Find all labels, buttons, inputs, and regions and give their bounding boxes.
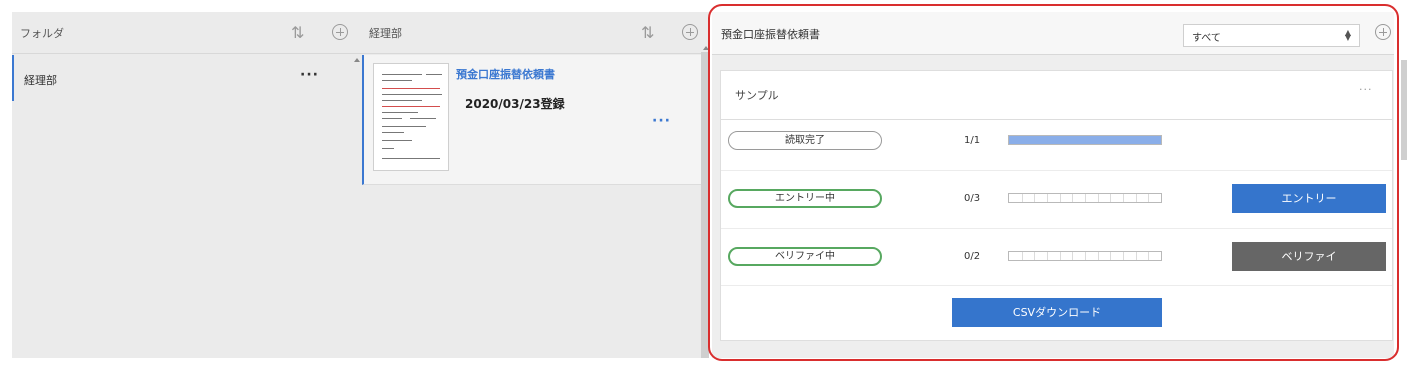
progress-bar	[1008, 135, 1162, 145]
status-filter-select[interactable]: すべて ▲ ▼	[1183, 24, 1360, 47]
row-divider	[721, 228, 1392, 229]
add-folder-icon[interactable]	[332, 24, 348, 40]
detail-panel-title: 預金口座振替依頼書	[721, 28, 820, 41]
progress-count: 1/1	[964, 135, 981, 146]
document-date: 2020/03/23登録	[465, 97, 565, 111]
progress-segment	[1110, 194, 1112, 202]
progress-segment	[1047, 194, 1048, 202]
document-thumbnail	[373, 63, 449, 171]
status-badge-entry: エントリー中	[728, 189, 882, 208]
add-document-icon[interactable]	[682, 24, 698, 40]
document-panel-header: 経理部 ⇅	[349, 12, 701, 54]
progress-segment	[1135, 252, 1137, 260]
progress-segment	[1059, 194, 1061, 202]
progress-count: 0/3	[964, 193, 981, 204]
progress-segment	[1072, 194, 1074, 202]
detail-panel-header: 預金口座振替依頼書 すべて ▲ ▼	[712, 12, 1394, 55]
progress-bar	[1008, 193, 1162, 203]
sort-arrows-icon[interactable]: ⇅	[641, 25, 654, 41]
scroll-up-arrow-icon[interactable]	[354, 58, 360, 62]
document-card[interactable]: 預金口座振替依頼書 2020/03/23登録 ···	[362, 55, 701, 185]
csv-download-button[interactable]: CSVダウンロード	[952, 298, 1162, 327]
document-panel-title: 経理部	[369, 27, 402, 40]
row-divider	[721, 285, 1392, 286]
folder-item[interactable]: 経理部 ···	[12, 55, 349, 101]
more-options-icon[interactable]: ···	[300, 67, 319, 83]
folder-panel: フォルダ ⇅ 経理部 ···	[12, 12, 349, 358]
detail-panel: 預金口座振替依頼書 すべて ▲ ▼ サンプル ··· 読取完了 1/1 エントリー…	[712, 12, 1394, 358]
status-badge-verify: ベリファイ中	[728, 247, 882, 266]
card-title: サンプル	[735, 89, 779, 102]
scrollbar-track[interactable]	[701, 52, 709, 358]
progress-segment	[1034, 194, 1036, 202]
progress-segment	[1047, 252, 1048, 260]
verify-button[interactable]: ベリファイ	[1232, 242, 1386, 271]
folder-item-label: 経理部	[24, 74, 57, 87]
document-name-link[interactable]: 預金口座振替依頼書	[456, 66, 555, 82]
filter-selected-value: すべて	[1192, 33, 1221, 44]
progress-segment	[1148, 252, 1150, 260]
scrollbar-thumb[interactable]	[1401, 60, 1407, 160]
progress-segment	[1123, 194, 1124, 202]
progress-segment	[1059, 252, 1061, 260]
progress-segment	[1110, 252, 1112, 260]
progress-count: 0/2	[964, 251, 981, 262]
add-item-icon[interactable]	[1375, 24, 1391, 40]
progress-segment	[1085, 194, 1086, 202]
progress-segment	[1072, 252, 1074, 260]
progress-segment	[1148, 194, 1150, 202]
scroll-up-arrow-icon[interactable]	[703, 46, 709, 50]
progress-segment	[1123, 252, 1124, 260]
progress-segment	[1021, 194, 1023, 202]
progress-segment	[1097, 194, 1099, 202]
progress-segment	[1021, 252, 1023, 260]
status-badge-read-complete: 読取完了	[728, 131, 882, 150]
more-options-icon[interactable]: ···	[652, 113, 671, 129]
sample-card: サンプル ··· 読取完了 1/1 エントリー中 0/3 エントリー ベリファイ…	[720, 70, 1393, 341]
progress-segment	[1135, 194, 1137, 202]
progress-segment	[1034, 252, 1036, 260]
entry-button[interactable]: エントリー	[1232, 184, 1386, 213]
more-options-icon[interactable]: ···	[1359, 83, 1373, 96]
progress-fill	[1009, 136, 1161, 144]
progress-segment	[1097, 252, 1099, 260]
folder-panel-header: フォルダ ⇅	[12, 12, 349, 54]
selected-indicator	[12, 55, 14, 101]
document-panel: 経理部 ⇅ 預金口座振替依頼書 2020/03/23登録 ···	[349, 12, 701, 358]
progress-bar	[1008, 251, 1162, 261]
sort-arrows-icon[interactable]: ⇅	[291, 25, 304, 41]
progress-segment	[1085, 252, 1086, 260]
divider	[721, 119, 1392, 120]
select-arrows-icon: ▲ ▼	[1344, 28, 1351, 42]
row-divider	[721, 170, 1392, 171]
folder-panel-title: フォルダ	[20, 27, 64, 40]
